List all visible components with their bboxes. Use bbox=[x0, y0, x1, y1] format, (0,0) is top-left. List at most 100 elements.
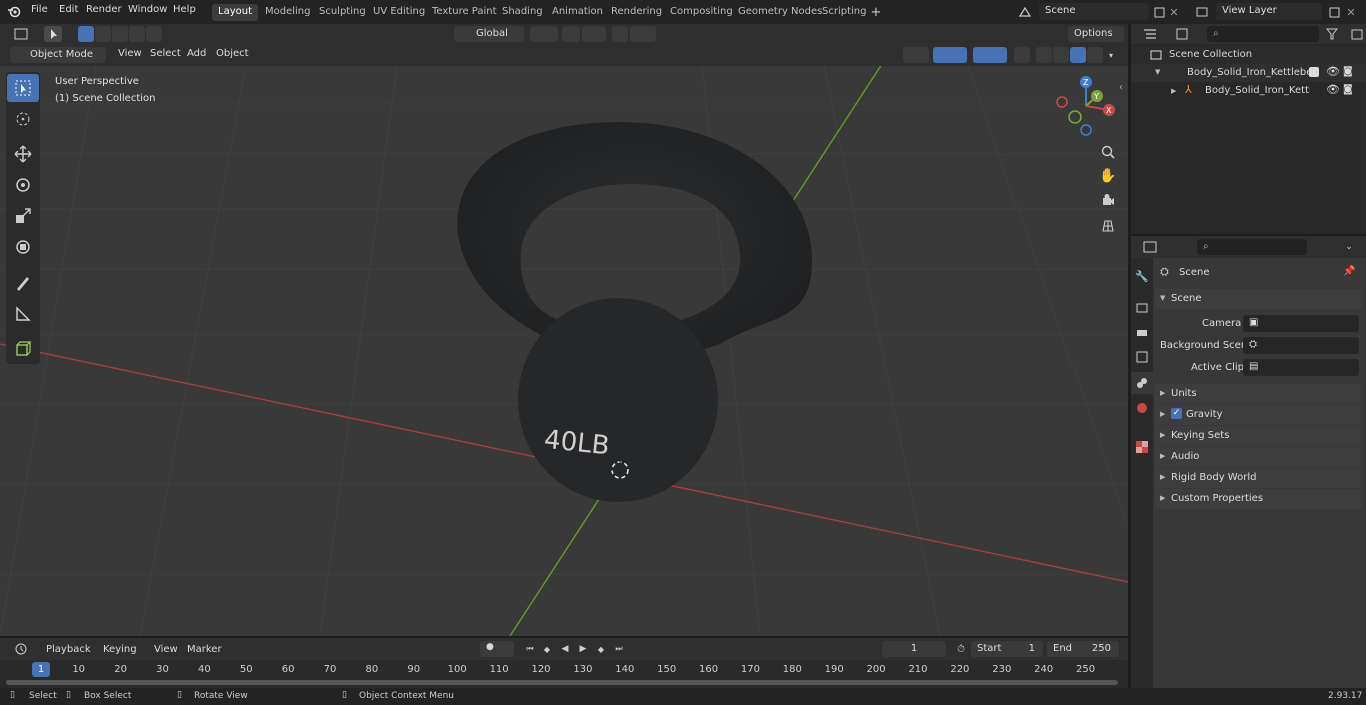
material-shading-icon[interactable] bbox=[1070, 47, 1086, 63]
end-frame-field[interactable]: End 250 bbox=[1047, 641, 1119, 657]
menu-window[interactable]: Window bbox=[128, 4, 167, 15]
rigid-body-expand-icon[interactable]: ▶ bbox=[1160, 473, 1165, 481]
tool-tab-icon[interactable]: 🔧 bbox=[1134, 268, 1150, 284]
navigation-gizmo[interactable]: Z Y X bbox=[1050, 72, 1122, 140]
menu-select[interactable]: Select bbox=[150, 48, 181, 59]
menu-add[interactable]: Add bbox=[187, 48, 206, 59]
editor-type-icon[interactable] bbox=[8, 26, 34, 42]
expand-collection-icon[interactable]: ▼ bbox=[1155, 68, 1160, 76]
add-cube-tool-icon[interactable] bbox=[7, 335, 39, 363]
mode-subtract-icon[interactable] bbox=[112, 26, 128, 42]
transform-orientation-select[interactable]: Global bbox=[454, 26, 524, 42]
move-tool-icon[interactable] bbox=[7, 140, 39, 168]
measure-tool-icon[interactable] bbox=[7, 300, 39, 328]
menu-keying[interactable]: Keying bbox=[103, 644, 137, 655]
display-mode-icon[interactable] bbox=[1169, 26, 1195, 42]
tab-animation[interactable]: Animation bbox=[546, 4, 609, 21]
auto-keying-toggle[interactable]: ● bbox=[480, 641, 514, 657]
proportional-falloff-icon[interactable] bbox=[630, 26, 656, 42]
perspective-toggle-icon[interactable] bbox=[1098, 216, 1118, 236]
mode-extend-icon[interactable] bbox=[95, 26, 111, 42]
jump-prev-keyframe-icon[interactable]: ◆ bbox=[539, 641, 555, 657]
select-tool-icon[interactable] bbox=[44, 26, 62, 42]
tab-shading[interactable]: Shading bbox=[496, 4, 549, 21]
transform-tool-icon[interactable] bbox=[7, 233, 39, 261]
jump-start-icon[interactable]: ⏮ bbox=[522, 641, 538, 657]
expand-object-icon[interactable]: ▶ bbox=[1171, 87, 1176, 95]
proportional-edit-icon[interactable] bbox=[612, 26, 628, 42]
shading-options-chevron-icon[interactable]: ▾ bbox=[1104, 47, 1118, 63]
close-view-layer-icon[interactable]: ✕ bbox=[1344, 4, 1358, 20]
tab-uv-editing[interactable]: UV Editing bbox=[367, 4, 431, 21]
output-tab-icon[interactable] bbox=[1134, 324, 1150, 340]
tab-geometry-nodes[interactable]: Geometry Nodes bbox=[732, 4, 828, 21]
menu-render[interactable]: Render bbox=[86, 4, 122, 15]
menu-edit[interactable]: Edit bbox=[59, 4, 78, 15]
pivot-point-icon[interactable] bbox=[530, 26, 558, 42]
object-visibility-eye-icon[interactable]: 👁 bbox=[1326, 83, 1340, 96]
xray-toggle-icon[interactable] bbox=[1014, 47, 1030, 63]
tab-compositing[interactable]: Compositing bbox=[664, 4, 739, 21]
rendered-shading-icon[interactable] bbox=[1087, 47, 1103, 63]
keying-sets-expand-icon[interactable]: ▶ bbox=[1160, 431, 1165, 439]
snap-target-icon[interactable] bbox=[582, 26, 606, 42]
pan-hand-icon[interactable]: ✋ bbox=[1098, 166, 1118, 186]
start-frame-field[interactable]: Start 1 bbox=[971, 641, 1043, 657]
properties-editor-icon[interactable] bbox=[1137, 239, 1163, 255]
copy-scene-icon[interactable] bbox=[1151, 4, 1167, 20]
cursor-tool-icon[interactable] bbox=[7, 105, 39, 133]
active-clip-field[interactable]: ▤ bbox=[1243, 359, 1359, 376]
world-tab-icon[interactable] bbox=[1134, 400, 1150, 416]
camera-view-icon[interactable] bbox=[1098, 190, 1118, 210]
pin-icon[interactable]: 📌 bbox=[1343, 266, 1355, 277]
wireframe-shading-icon[interactable] bbox=[1036, 47, 1052, 63]
rotate-tool-icon[interactable] bbox=[7, 171, 39, 199]
zoom-icon[interactable] bbox=[1098, 142, 1118, 162]
audio-expand-icon[interactable]: ▶ bbox=[1160, 452, 1165, 460]
jump-next-keyframe-icon[interactable]: ◆ bbox=[593, 641, 609, 657]
copy-view-layer-icon[interactable] bbox=[1326, 4, 1342, 20]
timeline-scrollbar[interactable] bbox=[6, 680, 1118, 685]
play-reverse-icon[interactable]: ◀ bbox=[557, 641, 573, 657]
blender-logo-icon[interactable] bbox=[6, 4, 22, 20]
menu-view[interactable]: View bbox=[118, 48, 142, 59]
timeline-editor-icon[interactable] bbox=[8, 641, 34, 657]
properties-options-chevron-icon[interactable]: ⌄ bbox=[1341, 239, 1357, 255]
texture-tab-icon[interactable] bbox=[1134, 439, 1150, 455]
snap-icon[interactable] bbox=[562, 26, 580, 42]
mode-new-icon[interactable] bbox=[78, 26, 94, 42]
scene-icon[interactable] bbox=[1013, 4, 1037, 20]
sidebar-toggle-icon[interactable]: ‹ bbox=[1116, 80, 1126, 94]
select-box-tool-icon[interactable] bbox=[7, 74, 39, 102]
object-mode-select[interactable]: Object Mode bbox=[10, 47, 106, 63]
view-layer-icon[interactable] bbox=[1190, 4, 1214, 20]
object-render-camera-icon[interactable]: ◙ bbox=[1343, 84, 1353, 95]
gizmo-toggle-icon[interactable] bbox=[933, 47, 967, 63]
new-collection-icon[interactable] bbox=[1349, 26, 1365, 42]
exclude-checkbox[interactable] bbox=[1309, 67, 1319, 77]
gravity-expand-icon[interactable]: ▶ bbox=[1160, 410, 1165, 418]
visibility-filter-icon[interactable] bbox=[903, 47, 929, 63]
jump-end-icon[interactable]: ⏭ bbox=[611, 641, 627, 657]
menu-file[interactable]: File bbox=[31, 4, 48, 15]
overlay-toggle-icon[interactable] bbox=[973, 47, 1007, 63]
preview-range-icon[interactable]: ⏱ bbox=[953, 641, 969, 657]
menu-playback[interactable]: Playback bbox=[46, 644, 91, 655]
tab-scripting[interactable]: Scripting bbox=[816, 4, 872, 21]
3d-viewport[interactable]: 40LB User Perspective (1) Scene Collecti… bbox=[0, 44, 1128, 636]
mode-intersect-icon[interactable] bbox=[146, 26, 162, 42]
options-dropdown[interactable]: Options bbox=[1068, 26, 1124, 42]
view-layer-tab-icon[interactable] bbox=[1134, 349, 1150, 365]
scene-tab-icon[interactable] bbox=[1131, 372, 1153, 394]
mode-difference-icon[interactable] bbox=[129, 26, 145, 42]
menu-object[interactable]: Object bbox=[216, 48, 249, 59]
outliner-search-input[interactable]: ⌕ bbox=[1207, 26, 1319, 42]
outliner-editor-icon[interactable] bbox=[1137, 26, 1163, 42]
visibility-eye-icon[interactable]: 👁 bbox=[1326, 65, 1340, 78]
render-camera-icon[interactable]: ◙ bbox=[1343, 66, 1353, 77]
current-frame-field[interactable]: 1 bbox=[882, 641, 946, 657]
close-scene-icon[interactable]: ✕ bbox=[1167, 4, 1181, 20]
units-expand-icon[interactable]: ▶ bbox=[1160, 389, 1165, 397]
menu-help[interactable]: Help bbox=[173, 4, 196, 15]
solid-shading-icon[interactable] bbox=[1053, 47, 1069, 63]
